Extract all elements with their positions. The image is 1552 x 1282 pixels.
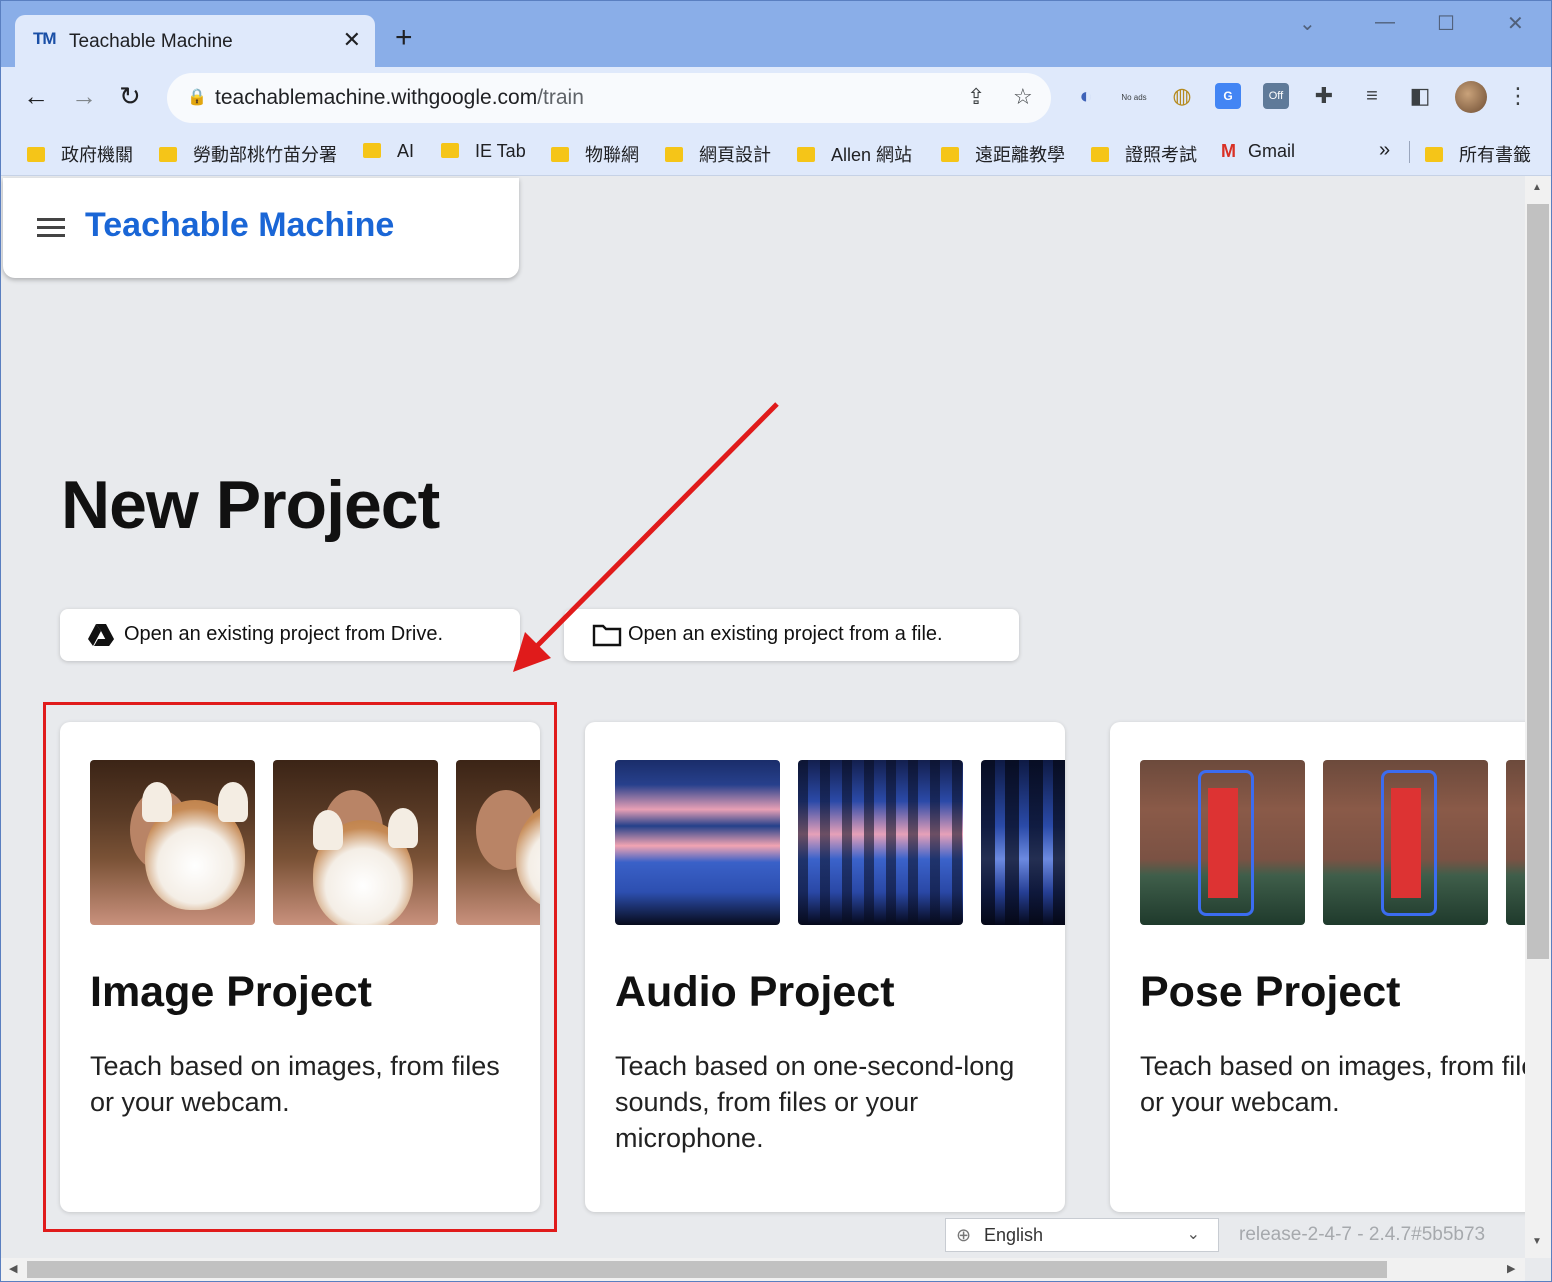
bookmark-folder[interactable]: 證照考試 [1091, 141, 1197, 167]
vertical-scrollbar[interactable]: ▲ ▼ [1525, 176, 1551, 1258]
extension-cookie-icon[interactable]: ◍ [1169, 83, 1195, 109]
bookmark-divider [1409, 141, 1410, 163]
puzzle-icon[interactable]: ✚ [1311, 83, 1337, 109]
bookmark-label: 證照考試 [1125, 145, 1197, 165]
new-tab-button[interactable]: + [395, 23, 413, 53]
site-favicon-icon: TM [33, 29, 57, 48]
bookmark-star-icon[interactable]: ☆ [1013, 84, 1033, 110]
url-host: teachablemachine.withgoogle.com [215, 86, 538, 109]
tab-title: Teachable Machine [69, 31, 233, 52]
tab-teachable-machine[interactable]: TM Teachable Machine ✕ [15, 15, 375, 67]
back-arrow-icon[interactable]: ← [23, 81, 49, 112]
maximize-icon[interactable]: ☐ [1437, 11, 1455, 36]
scroll-right-icon[interactable]: ▶ [1507, 1262, 1515, 1275]
off-toggle-icon[interactable]: Off [1263, 83, 1289, 109]
address-bar[interactable]: 🔒 teachablemachine.withgoogle.com/train … [167, 73, 1051, 123]
folder-icon [797, 147, 815, 162]
no-ads-icon[interactable]: No ads [1121, 83, 1147, 109]
bookmark-label: Gmail [1248, 141, 1296, 161]
folder-icon [1425, 147, 1443, 162]
bookmark-label: AI [397, 141, 415, 161]
forward-arrow-icon[interactable]: → [71, 81, 97, 112]
bookmark-label: 勞動部桃竹苗分署 [193, 145, 337, 165]
off-label: Off [1268, 90, 1284, 102]
folder-icon [441, 143, 459, 158]
folder-icon [665, 147, 683, 162]
bookmark-label: 遠距離教學 [975, 145, 1065, 165]
lock-icon[interactable]: 🔒 [187, 87, 207, 107]
folder-icon [941, 147, 959, 162]
bookmark-label: IE Tab [475, 141, 526, 161]
extension-swirl-icon[interactable]: ◐ [1073, 83, 1099, 109]
bookmark-all-folder[interactable]: 所有書籤 [1425, 141, 1531, 167]
folder-icon [159, 147, 177, 162]
bookmark-folder[interactable]: AI [363, 141, 414, 162]
side-panel-icon[interactable]: ◧ [1407, 83, 1433, 109]
scroll-left-icon[interactable]: ◀ [9, 1262, 17, 1275]
bookmark-folder[interactable]: 勞動部桃竹苗分署 [159, 141, 337, 167]
no-ads-label: No ads [1121, 93, 1147, 102]
language-select[interactable]: ⊕ English ⌄ [945, 1218, 1219, 1252]
folder-icon [1091, 147, 1109, 162]
bookmark-label: 網頁設計 [699, 145, 771, 165]
bookmark-folder[interactable]: 物聯網 [551, 141, 639, 167]
globe-icon: ⊕ [956, 1225, 972, 1245]
title-bar: TM Teachable Machine ✕ + ⌄ — ☐ ✕ [1, 1, 1551, 67]
bookmark-label: 政府機關 [61, 145, 133, 165]
close-tab-icon[interactable]: ✕ [343, 27, 361, 53]
url-text[interactable]: teachablemachine.withgoogle.com/train [215, 86, 584, 110]
browser-window: TM Teachable Machine ✕ + ⌄ — ☐ ✕ ← → ↻ 🔒… [0, 0, 1552, 1282]
bookmark-folder[interactable]: Allen 網站 [797, 141, 912, 167]
chevron-down-icon: ⌄ [1186, 1226, 1200, 1243]
bookmark-folder[interactable]: 網頁設計 [665, 141, 771, 167]
scroll-down-icon[interactable]: ▼ [1532, 1236, 1542, 1247]
bookmark-label: Allen 網站 [831, 145, 913, 165]
menu-kebab-icon[interactable]: ⋮ [1505, 83, 1531, 109]
bookmark-folder[interactable]: IE Tab [441, 141, 526, 162]
horizontal-scroll-thumb[interactable] [27, 1261, 1387, 1278]
browser-toolbar: ← → ↻ 🔒 teachablemachine.withgoogle.com/… [1, 67, 1551, 129]
bookmarks-bar: 政府機關 勞動部桃竹苗分署 AI IE Tab 物聯網 網頁設計 Allen 網… [1, 129, 1551, 176]
bookmark-label: 所有書籤 [1459, 145, 1531, 165]
bookmark-folder[interactable]: 政府機關 [27, 141, 133, 167]
folder-icon [27, 147, 45, 162]
google-translate-icon[interactable]: G [1215, 83, 1241, 109]
gmail-icon: M [1221, 141, 1236, 161]
profile-avatar[interactable] [1455, 81, 1487, 113]
close-window-icon[interactable]: ✕ [1507, 11, 1524, 36]
horizontal-scrollbar[interactable]: ◀ ▶ [1, 1258, 1525, 1281]
release-version: release-2-4-7 - 2.4.7#5b5b73 [1239, 1224, 1486, 1245]
bookmarks-overflow-icon[interactable]: » [1379, 139, 1390, 162]
annotation-arrow [513, 402, 779, 672]
page-content: Teachable Machine New Project Open an ex… [1, 176, 1525, 1258]
share-icon[interactable]: ⇪ [967, 84, 985, 110]
media-icon[interactable]: ≡ [1359, 83, 1385, 109]
tab-search-icon[interactable]: ⌄ [1299, 11, 1316, 36]
bookmark-label: 物聯網 [585, 145, 639, 165]
folder-icon [551, 147, 569, 162]
bookmark-folder[interactable]: 遠距離教學 [941, 141, 1065, 167]
bookmark-gmail[interactable]: M Gmail [1221, 141, 1295, 162]
minimize-icon[interactable]: — [1375, 11, 1395, 34]
scroll-up-icon[interactable]: ▲ [1532, 182, 1542, 193]
url-path: /train [537, 86, 584, 109]
vertical-scroll-thumb[interactable] [1527, 204, 1549, 959]
folder-icon [363, 143, 381, 158]
language-value: English [984, 1225, 1044, 1245]
reload-icon[interactable]: ↻ [119, 81, 141, 112]
